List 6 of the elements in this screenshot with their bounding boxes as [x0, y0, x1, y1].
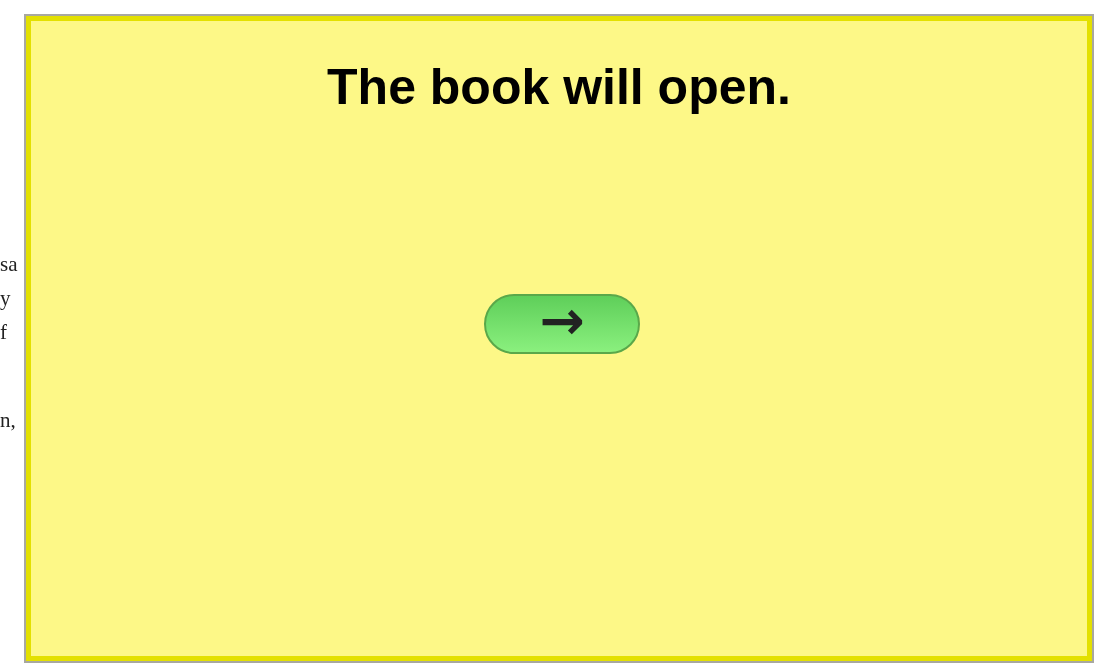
text-fragment: y: [0, 286, 11, 310]
text-fragment: sa: [0, 252, 18, 276]
next-button[interactable]: →: [484, 294, 640, 354]
text-fragment: n,: [0, 408, 16, 432]
dialog-title: The book will open.: [327, 58, 791, 116]
text-fragment: f: [0, 320, 7, 344]
